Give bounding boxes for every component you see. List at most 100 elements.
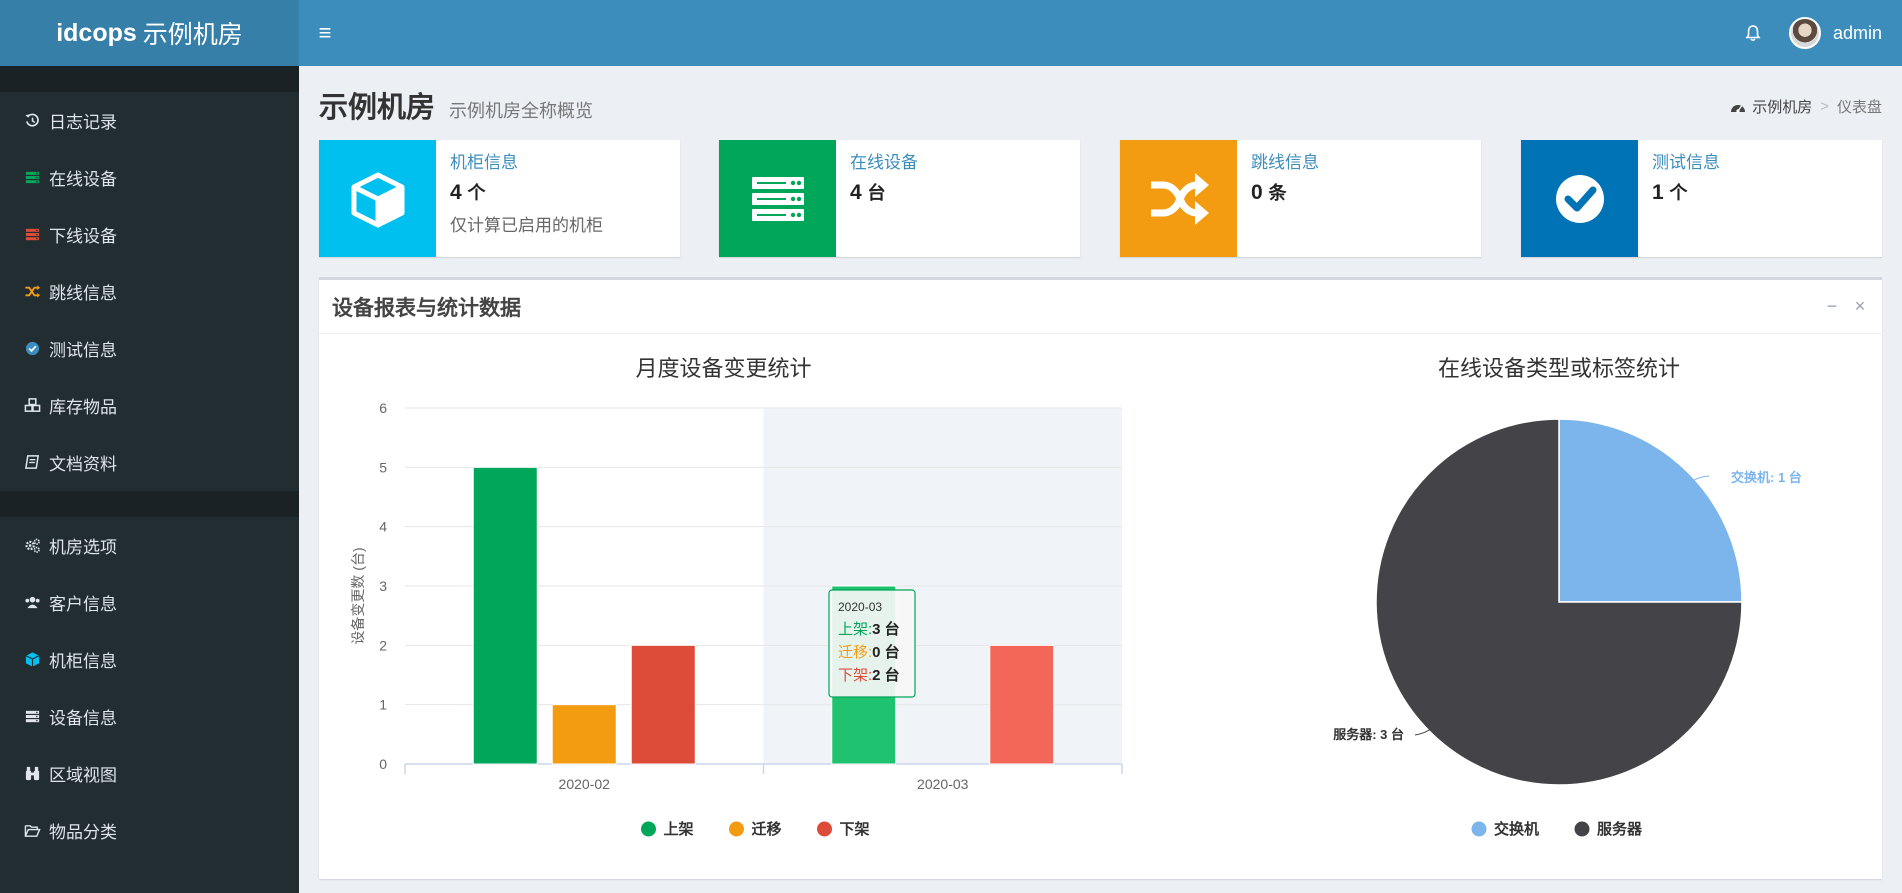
legend-label: 迁移: [752, 820, 782, 838]
info-box-unit: 个: [1669, 183, 1688, 203]
notifications-button[interactable]: [1735, 0, 1771, 66]
history-icon: [23, 112, 41, 130]
bar-下架-2020-02: [630, 644, 696, 765]
info-box-label[interactable]: 在线设备: [850, 148, 918, 173]
info-box-label[interactable]: 测试信息: [1652, 148, 1720, 173]
info-box-3[interactable]: 测试信息 1 个: [1521, 140, 1882, 257]
sidebar-toggle-button[interactable]: ≡: [299, 0, 351, 66]
sidebar-item-group1-1[interactable]: 在线设备: [0, 149, 299, 206]
info-box-unit: 个: [467, 183, 486, 203]
y-tick-label: 6: [379, 400, 387, 416]
tooltip-value: 3 台: [872, 620, 900, 638]
sidebar-item-group2-4[interactable]: 区域视图: [0, 745, 299, 802]
y-tick-label: 1: [379, 697, 387, 713]
y-axis-label: 设备变更数 (台): [350, 547, 366, 644]
info-box-value: 4: [450, 181, 462, 204]
info-box-icon: [719, 140, 836, 257]
sidebar-item-group2-2[interactable]: 机柜信息: [0, 631, 299, 688]
legend-label: 交换机: [1494, 820, 1539, 838]
sidebar-item-label: 在线设备: [49, 170, 117, 189]
info-box-0[interactable]: 机柜信息 4 个 仅计算已启用的机柜: [319, 140, 680, 257]
tooltip-series-name: 上架:: [838, 621, 872, 638]
y-tick-label: 5: [379, 459, 387, 475]
cube-icon: [23, 651, 41, 669]
tooltip-series-name: 迁移:: [838, 644, 872, 661]
y-tick-label: 0: [379, 756, 387, 772]
tooltip-line: 迁移:0 台: [838, 643, 900, 661]
breadcrumb-separator: >: [1820, 98, 1829, 115]
legend-label: 下架: [840, 821, 870, 838]
logo-bold: idcops: [56, 18, 137, 47]
collapse-button[interactable]: −: [1818, 296, 1846, 317]
tooltip-line: 上架:3 台: [838, 620, 900, 638]
sidebar-item-label: 物品分类: [49, 823, 117, 842]
tooltip-line: 下架:2 台: [838, 666, 900, 684]
cubes-icon: [23, 397, 41, 415]
tooltip-series-name: 下架:: [838, 667, 872, 684]
info-box-1[interactable]: 在线设备 4 台: [719, 140, 1080, 257]
legend-marker: [1471, 821, 1487, 837]
sidebar-group-settings: 机房选项客户信息机柜信息设备信息区域视图物品分类: [0, 517, 299, 859]
info-box-icon: [319, 140, 436, 257]
book-icon: [24, 455, 39, 469]
folder-open-icon: [23, 822, 41, 840]
sidebar-item-group1-5[interactable]: 库存物品: [0, 377, 299, 434]
sidebar-item-group1-2[interactable]: 下线设备: [0, 206, 299, 263]
username: admin: [1832, 22, 1882, 43]
cubes-icon: [24, 398, 40, 412]
tooltip-value: 0 台: [872, 643, 900, 661]
server-icon: [25, 710, 39, 723]
y-tick-label: 2: [379, 637, 387, 653]
sidebar-item-group2-5[interactable]: 物品分类: [0, 802, 299, 859]
sidebar-item-group1-3[interactable]: 跳线信息: [0, 263, 299, 320]
info-box-content: 在线设备 4 台: [836, 140, 932, 257]
cogs-icon: [23, 537, 41, 555]
pie-slice-交换机: [1558, 418, 1743, 603]
pie-data-label: 服务器: 3 台: [1333, 727, 1404, 742]
info-box-icon: [1120, 140, 1237, 257]
info-box-desc: 仅计算已启用的机柜: [450, 216, 603, 235]
info-box-label[interactable]: 跳线信息: [1251, 148, 1319, 173]
y-tick-label: 3: [379, 578, 387, 594]
app-logo[interactable]: idcops 示例机房: [0, 0, 299, 66]
breadcrumb-home[interactable]: 示例机房: [1752, 96, 1812, 117]
server-icon: [23, 708, 41, 726]
close-button[interactable]: ×: [1846, 296, 1874, 317]
page-subtitle: 示例机房全称概览: [449, 101, 594, 121]
sidebar-divider: [0, 491, 299, 517]
bar-下架-2020-03: [989, 644, 1055, 765]
tooltip-value: 2 台: [872, 666, 900, 684]
binoculars-icon: [23, 765, 41, 783]
stats-panel: 设备报表与统计数据 − × 月度设备变更统计 0 1 2 3 4 5 6 设备变更数 (台) 20…: [319, 277, 1882, 879]
server-icon: [23, 169, 41, 187]
info-box-number: 0 条: [1251, 179, 1319, 205]
info-box-content: 机柜信息 4 个 仅计算已启用的机柜: [436, 140, 617, 257]
sidebar-item-label: 库存物品: [49, 398, 117, 417]
sidebar-item-label: 测试信息: [49, 341, 117, 360]
avatar: [1788, 17, 1821, 49]
sidebar-item-group1-0[interactable]: 日志记录: [0, 92, 299, 149]
info-box-icon: [1521, 140, 1638, 257]
charts-area: 月度设备变更统计 0 1 2 3 4 5 6 设备变更数 (台) 2020-02 2020-03 上架…: [350, 356, 1802, 838]
cube-icon: [351, 172, 404, 227]
sidebar: 日志记录在线设备下线设备 跳线信息测试信息库存物品文档资料 机房选项客户信息机柜信…: [0, 66, 299, 893]
pie-chart-title: 在线设备类型或标签统计: [1438, 356, 1680, 381]
check-circle-icon: [25, 341, 39, 356]
sidebar-item-group2-1[interactable]: 客户信息: [0, 574, 299, 631]
sidebar-item-label: 客户信息: [49, 595, 117, 614]
sidebar-item-label: 设备信息: [49, 709, 117, 728]
sidebar-item-group1-6[interactable]: 文档资料: [0, 434, 299, 491]
breadcrumb: 示例机房 > 仪表盘: [1730, 96, 1882, 117]
folder-open-icon: [24, 825, 41, 837]
info-box-label[interactable]: 机柜信息: [450, 148, 603, 173]
server-icon: [751, 176, 804, 221]
legend-marker: [729, 821, 744, 837]
sidebar-item-group1-4[interactable]: 测试信息: [0, 320, 299, 377]
user-menu[interactable]: admin: [1788, 17, 1882, 49]
book-icon: [23, 454, 41, 472]
sidebar-item-group2-0[interactable]: 机房选项: [0, 517, 299, 574]
sidebar-item-label: 机柜信息: [49, 652, 117, 671]
main-content: 示例机房 示例机房全称概览 示例机房 > 仪表盘 机柜信息 4 个 仅计算已启用…: [299, 66, 1902, 893]
info-box-2[interactable]: 跳线信息 0 条: [1120, 140, 1481, 257]
sidebar-item-group2-3[interactable]: 设备信息: [0, 688, 299, 745]
